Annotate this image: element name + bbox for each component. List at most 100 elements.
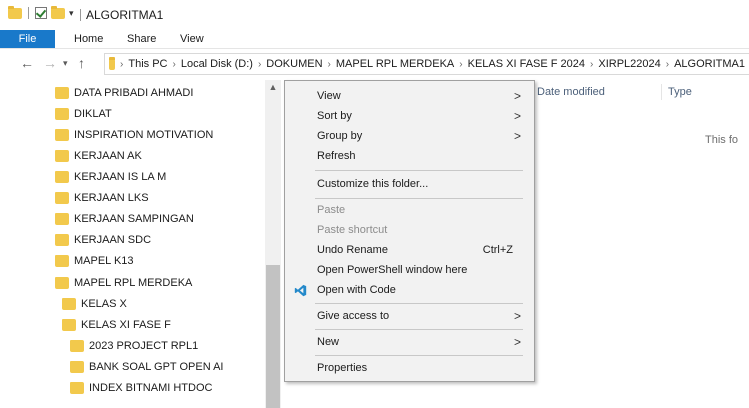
keyboard-shortcut: Ctrl+Z	[482, 244, 513, 256]
tree-item[interactable]: KERJAAN IS LA M	[55, 167, 166, 187]
context-menu: View > Sort by > Group by > Refresh Cust…	[284, 80, 535, 382]
tree-item-label: KERJAAN IS LA M	[74, 171, 167, 183]
tree-item[interactable]: KELAS XI FASE F	[62, 315, 171, 335]
menu-item-customize-folder[interactable]: Customize this folder...	[286, 174, 533, 194]
tree-item-label: BANK SOAL GPT OPEN AI	[89, 361, 224, 373]
menu-item-label: Refresh	[317, 150, 356, 162]
tree-item[interactable]: KERJAAN SAMPINGAN	[55, 209, 194, 229]
tree-item-label: DATA PRIBADI AHMADI	[74, 87, 194, 99]
title-bar: ▾ ALGORITMA1	[0, 0, 749, 30]
menu-item-open-with-code[interactable]: Open with Code	[286, 280, 533, 300]
tree-item-label: KERJAAN AK	[74, 150, 142, 162]
tree-item[interactable]: INDEX BITNAMI HTDOC	[70, 378, 212, 398]
tree-item[interactable]: DATA PRIBADI AHMADI	[55, 83, 193, 103]
tree-item[interactable]: DIKLAT	[55, 104, 112, 124]
tab-view[interactable]: View	[180, 30, 204, 48]
column-header-type[interactable]: Type	[668, 86, 692, 98]
chevron-right-icon: >	[513, 309, 521, 323]
back-arrow-icon[interactable]: ←	[20, 54, 34, 72]
chevron-right-icon: >	[513, 335, 521, 349]
menu-separator	[315, 198, 523, 199]
tree-item-label: INDEX BITNAMI HTDOC	[89, 382, 213, 394]
forward-arrow-icon[interactable]: →	[43, 54, 57, 72]
menu-separator	[315, 303, 523, 304]
tree-item-label: 2023 PROJECT RPL1	[89, 340, 199, 352]
chevron-right-icon: >	[513, 109, 521, 123]
navigation-bar: ← → ▾ ↑ › This PC › Local Disk (D:) › DO…	[0, 50, 749, 76]
tree-item[interactable]: KELAS X	[62, 294, 127, 314]
column-header-date-modified[interactable]: Date modified	[537, 86, 605, 98]
menu-item-label: Paste shortcut	[317, 224, 388, 236]
folder-icon	[109, 56, 116, 70]
folder-icon	[62, 319, 76, 331]
divider	[28, 7, 29, 19]
menu-item-new[interactable]: New >	[286, 332, 533, 352]
breadcrumb-this-pc[interactable]: This PC	[124, 58, 171, 70]
tree-item[interactable]: MAPEL K13	[55, 251, 134, 271]
navigation-pane: DATA PRIBADI AHMADI DIKLAT INSPIRATION M…	[0, 80, 281, 408]
properties-check-icon[interactable]	[35, 7, 47, 19]
menu-item-label: New	[317, 336, 340, 348]
breadcrumb-xirpl22024[interactable]: XIRPL22024	[594, 58, 664, 70]
tree-item[interactable]: KERJAAN SDC	[55, 230, 151, 250]
breadcrumb-algoritma1[interactable]: ALGORITMA1	[670, 58, 749, 70]
menu-item-paste-shortcut[interactable]: Paste shortcut	[286, 220, 533, 240]
menu-item-label: Undo Rename	[317, 244, 388, 256]
folder-icon	[55, 213, 69, 225]
tree-item[interactable]: BANK SOAL GPT OPEN AI	[70, 357, 224, 377]
menu-item-paste[interactable]: Paste	[286, 200, 533, 220]
folder-icon	[62, 298, 76, 310]
tree-item[interactable]: KERJAAN AK	[55, 146, 142, 166]
tree-item[interactable]: 2023 PROJECT RPL1	[70, 336, 198, 356]
menu-item-undo-rename[interactable]: Undo Rename Ctrl+Z	[286, 240, 533, 260]
menu-item-properties[interactable]: Properties	[286, 358, 533, 378]
menu-item-sort-by[interactable]: Sort by >	[286, 106, 533, 126]
column-divider[interactable]	[661, 84, 662, 100]
tree-item-label: KELAS X	[81, 298, 127, 310]
chevron-right-icon[interactable]: ›	[115, 59, 124, 70]
folder-icon	[55, 129, 69, 141]
tree-item-label: DIKLAT	[74, 108, 112, 120]
breadcrumb-local-disk[interactable]: Local Disk (D:)	[177, 58, 257, 70]
scrollbar-thumb[interactable]	[266, 265, 280, 408]
folder-icon	[70, 361, 84, 373]
tree-item-label: KERJAAN SDC	[74, 234, 152, 246]
breadcrumb-mapel-rpl-merdeka[interactable]: MAPEL RPL MERDEKA	[332, 58, 458, 70]
menu-item-label: Properties	[317, 362, 368, 374]
chevron-right-icon: >	[513, 129, 521, 143]
menu-item-refresh[interactable]: Refresh	[286, 146, 533, 166]
ribbon-tabs: File Home Share View	[0, 30, 749, 49]
menu-item-label: View	[317, 90, 341, 102]
quick-access-toolbar: ▾	[8, 5, 74, 19]
tab-share[interactable]: Share	[127, 30, 156, 48]
new-folder-icon[interactable]	[51, 5, 65, 19]
tree-item-label: KERJAAN SAMPINGAN	[74, 213, 194, 225]
breadcrumb-kelas-xi-fase-f-2024[interactable]: KELAS XI FASE F 2024	[464, 58, 589, 70]
tree-item-label: KELAS XI FASE F	[81, 319, 171, 331]
folder-icon	[8, 5, 22, 19]
customize-toolbar-dropdown-icon[interactable]: ▾	[69, 8, 74, 19]
tab-home[interactable]: Home	[74, 30, 103, 48]
menu-item-group-by[interactable]: Group by >	[286, 126, 533, 146]
menu-item-label: Sort by	[317, 110, 352, 122]
folder-icon	[70, 382, 84, 394]
menu-item-give-access[interactable]: Give access to >	[286, 306, 533, 326]
address-bar[interactable]: › This PC › Local Disk (D:) › DOKUMEN › …	[104, 53, 749, 75]
navigation-pane-scrollbar[interactable]: ▲	[265, 80, 281, 408]
up-arrow-icon[interactable]: ↑	[78, 54, 85, 72]
tree-item[interactable]: MAPEL RPL MERDEKA	[55, 273, 192, 293]
tree-item[interactable]: KERJAAN LKS	[55, 188, 149, 208]
menu-item-view[interactable]: View >	[286, 86, 533, 106]
menu-separator	[315, 355, 523, 356]
menu-item-open-powershell[interactable]: Open PowerShell window here	[286, 260, 533, 280]
recent-locations-chevron-icon[interactable]: ▾	[63, 54, 68, 72]
folder-icon	[70, 340, 84, 352]
menu-separator	[315, 170, 523, 171]
breadcrumb-dokumen[interactable]: DOKUMEN	[262, 58, 326, 70]
folder-icon	[55, 255, 69, 267]
scroll-up-arrow-icon[interactable]: ▲	[265, 82, 281, 92]
tree-item-label: INSPIRATION MOTIVATION	[74, 129, 214, 141]
tab-file[interactable]: File	[0, 30, 55, 48]
tree-item[interactable]: INSPIRATION MOTIVATION	[55, 125, 213, 145]
menu-item-label: Customize this folder...	[317, 178, 429, 190]
